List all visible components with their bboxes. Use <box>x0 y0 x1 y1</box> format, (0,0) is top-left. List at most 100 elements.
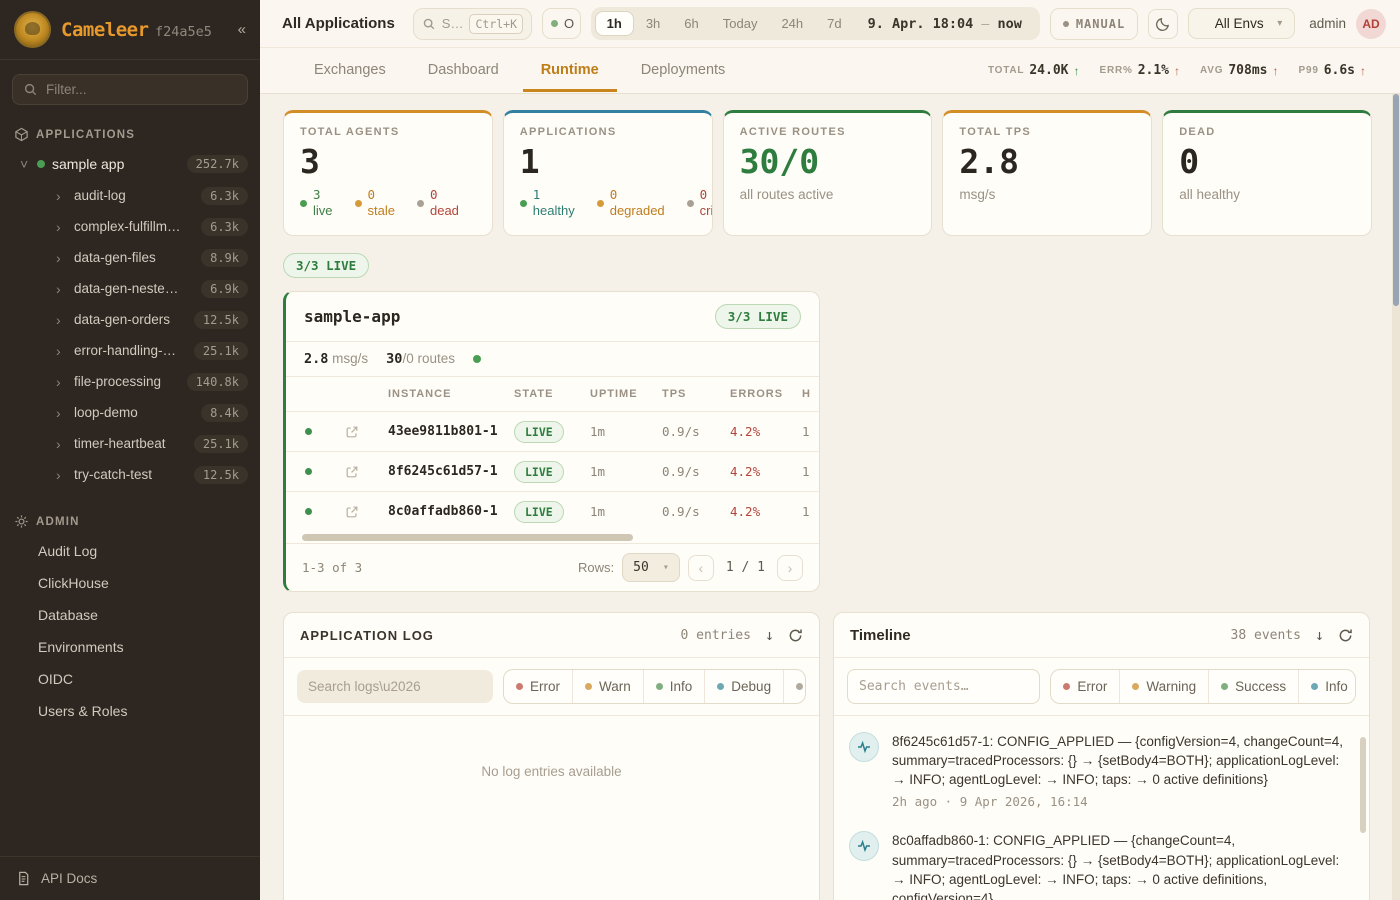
filter-chip-info[interactable]: Info <box>643 670 705 703</box>
timeline-event[interactable]: 8f6245c61d57-1: CONFIG_APPLIED — {config… <box>834 720 1369 819</box>
sidebar-filter-input[interactable] <box>46 82 237 97</box>
tps-value: 0.9/s <box>662 464 730 479</box>
vertical-scrollbar-thumb[interactable] <box>1360 737 1366 833</box>
sidebar-item-oidc[interactable]: OIDC <box>0 663 260 695</box>
scrollbar-thumb[interactable] <box>302 534 633 541</box>
substat-critical: 0criti <box>687 187 713 219</box>
filter-chip-error[interactable]: Error <box>504 670 572 703</box>
time-range-6h[interactable]: 6h <box>672 11 710 36</box>
chevron-right-icon: › <box>56 467 66 483</box>
filter-chip-debug[interactable]: Debug <box>704 670 783 703</box>
errors-value: 4.2% <box>730 504 802 519</box>
table-row-instance-2[interactable]: 8f6245c61d57-1 LIVE 1m 0.9/s 4.2% 1 <box>286 451 819 491</box>
success-dot <box>1221 683 1228 690</box>
sidebar-item-audit-log-admin[interactable]: Audit Log <box>0 535 260 567</box>
filter-chip-error[interactable]: Error <box>1051 670 1119 703</box>
scroll-to-bottom-icon[interactable]: ↓ <box>1315 626 1324 644</box>
state-badge: LIVE <box>514 461 564 483</box>
external-link-icon[interactable] <box>345 505 359 519</box>
sidebar-item-users-roles[interactable]: Users & Roles <box>0 695 260 727</box>
instance-id[interactable]: 8c0affadb860-1 <box>374 504 514 519</box>
table-row-instance-3[interactable]: 8c0affadb860-1 LIVE 1m 0.9/s 4.2% 1 <box>286 491 819 531</box>
panel-title: Timeline <box>850 627 911 644</box>
chevron-right-icon: › <box>56 281 66 297</box>
sidebar-item-clickhouse[interactable]: ClickHouse <box>0 567 260 599</box>
time-range-7d[interactable]: 7d <box>815 11 853 36</box>
global-search[interactable]: S… Ctrl+K <box>413 8 532 40</box>
filter-chip-info[interactable]: Info <box>1298 670 1356 703</box>
external-link-icon[interactable] <box>345 425 359 439</box>
instance-id[interactable]: 8f6245c61d57-1 <box>374 464 514 479</box>
count-badge: 12.5k <box>194 311 248 329</box>
time-range-value[interactable]: 9. Apr. 18:04 – now <box>854 16 1036 32</box>
bottom-panels: APPLICATION LOG 0 entries ↓ Error Warn I… <box>283 612 1372 900</box>
brand-build-hash: f24a5e5 <box>155 24 212 40</box>
brand-logo <box>14 11 51 48</box>
kpi-value: 2.1% <box>1138 63 1169 78</box>
app-routes-value: 30 <box>386 351 402 367</box>
app-tps-unit: msg/s <box>332 351 368 366</box>
sidebar-filter[interactable] <box>12 74 248 105</box>
refresh-icon[interactable] <box>788 628 803 643</box>
event-text: 8c0affadb860-1: CONFIG_APPLIED — {change… <box>892 831 1347 900</box>
filter-chip-success[interactable]: Success <box>1208 670 1298 703</box>
tab-exchanges[interactable]: Exchanges <box>296 49 404 92</box>
sidebar-item-audit-log[interactable]: › audit-log 6.3k <box>0 180 260 211</box>
sidebar-collapse-icon[interactable]: « <box>238 21 246 38</box>
online-status-pill[interactable]: O <box>542 8 581 39</box>
sidebar-item-file-processing[interactable]: › file-processing 140.8k <box>0 366 260 397</box>
sidebar-item-error-handling[interactable]: › error-handling-… 25.1k <box>0 335 260 366</box>
sidebar-item-timer-heartbeat[interactable]: › timer-heartbeat 25.1k <box>0 428 260 459</box>
time-range-3h[interactable]: 3h <box>634 11 672 36</box>
avatar[interactable]: AD <box>1356 9 1386 39</box>
scrollbar-thumb[interactable] <box>1393 94 1399 306</box>
sidebar-item-data-gen-orders[interactable]: › data-gen-orders 12.5k <box>0 304 260 335</box>
kpi-err-rate: ERR% 2.1% ↑ <box>1099 63 1180 78</box>
prev-page-button[interactable]: ‹ <box>688 555 714 581</box>
tab-dashboard[interactable]: Dashboard <box>410 49 517 92</box>
refresh-icon[interactable] <box>1338 628 1353 643</box>
dark-mode-toggle[interactable] <box>1148 9 1178 39</box>
tab-deployments[interactable]: Deployments <box>623 49 744 92</box>
online-status-dot <box>551 20 558 27</box>
time-range-1h[interactable]: 1h <box>595 11 634 36</box>
external-link-icon[interactable] <box>345 465 359 479</box>
state-badge: LIVE <box>514 501 564 523</box>
rows-per-page-select[interactable]: 50 ▾ <box>622 553 680 582</box>
h-value: 1 <box>802 464 819 479</box>
log-search-input[interactable] <box>297 670 493 703</box>
time-range-24h[interactable]: 24h <box>769 11 815 36</box>
api-docs-link[interactable]: API Docs <box>0 856 260 900</box>
sidebar-item-data-gen-files[interactable]: › data-gen-files 8.9k <box>0 242 260 273</box>
sidebar-item-try-catch-test[interactable]: › try-catch-test 12.5k <box>0 459 260 490</box>
pagination-range: 1-3 of 3 <box>302 560 362 575</box>
sidebar-item-complex-fulfillm[interactable]: › complex-fulfillm… 6.3k <box>0 211 260 242</box>
next-page-button[interactable]: › <box>777 555 803 581</box>
filter-chip-warn[interactable]: Warn <box>572 670 643 703</box>
refresh-mode-button[interactable]: MANUAL <box>1050 8 1138 40</box>
sidebar-item-loop-demo[interactable]: › loop-demo 8.4k <box>0 397 260 428</box>
environment-select[interactable]: All Envs ▾ <box>1188 8 1295 39</box>
stat-card-value: 30/0 <box>740 145 916 178</box>
kpi-label: ERR% <box>1099 65 1132 76</box>
timeline-event[interactable]: 8c0affadb860-1: CONFIG_APPLIED — {change… <box>834 819 1369 900</box>
sidebar-item-data-gen-nested[interactable]: › data-gen-neste… 6.9k <box>0 273 260 304</box>
filter-chip-trace[interactable]: Trace <box>783 670 806 703</box>
sidebar-item-sample-app[interactable]: ˅ sample app 252.7k <box>0 148 260 180</box>
sidebar-item-database[interactable]: Database <box>0 599 260 631</box>
page-scrollbar[interactable] <box>1392 94 1400 900</box>
horizontal-scrollbar[interactable] <box>302 534 803 541</box>
time-range-today[interactable]: Today <box>711 11 770 36</box>
errors-value: 4.2% <box>730 464 802 479</box>
table-row-instance-1[interactable]: 43ee9811b801-1 LIVE 1m 0.9/s 4.2% 1 <box>286 411 819 451</box>
filter-chip-warning[interactable]: Warning <box>1119 670 1208 703</box>
page-title: All Applications <box>282 15 395 32</box>
kpi-strip: TOTAL 24.0K ↑ ERR% 2.1% ↑ AVG 708ms ↑ P9… <box>988 63 1380 78</box>
sidebar-item-environments[interactable]: Environments <box>0 631 260 663</box>
scroll-to-bottom-icon[interactable]: ↓ <box>765 626 774 644</box>
tab-runtime[interactable]: Runtime <box>523 49 617 92</box>
instance-id[interactable]: 43ee9811b801-1 <box>374 424 514 439</box>
event-search-input[interactable] <box>847 669 1040 704</box>
warn-dot <box>585 683 592 690</box>
count-badge: 252.7k <box>187 155 248 173</box>
